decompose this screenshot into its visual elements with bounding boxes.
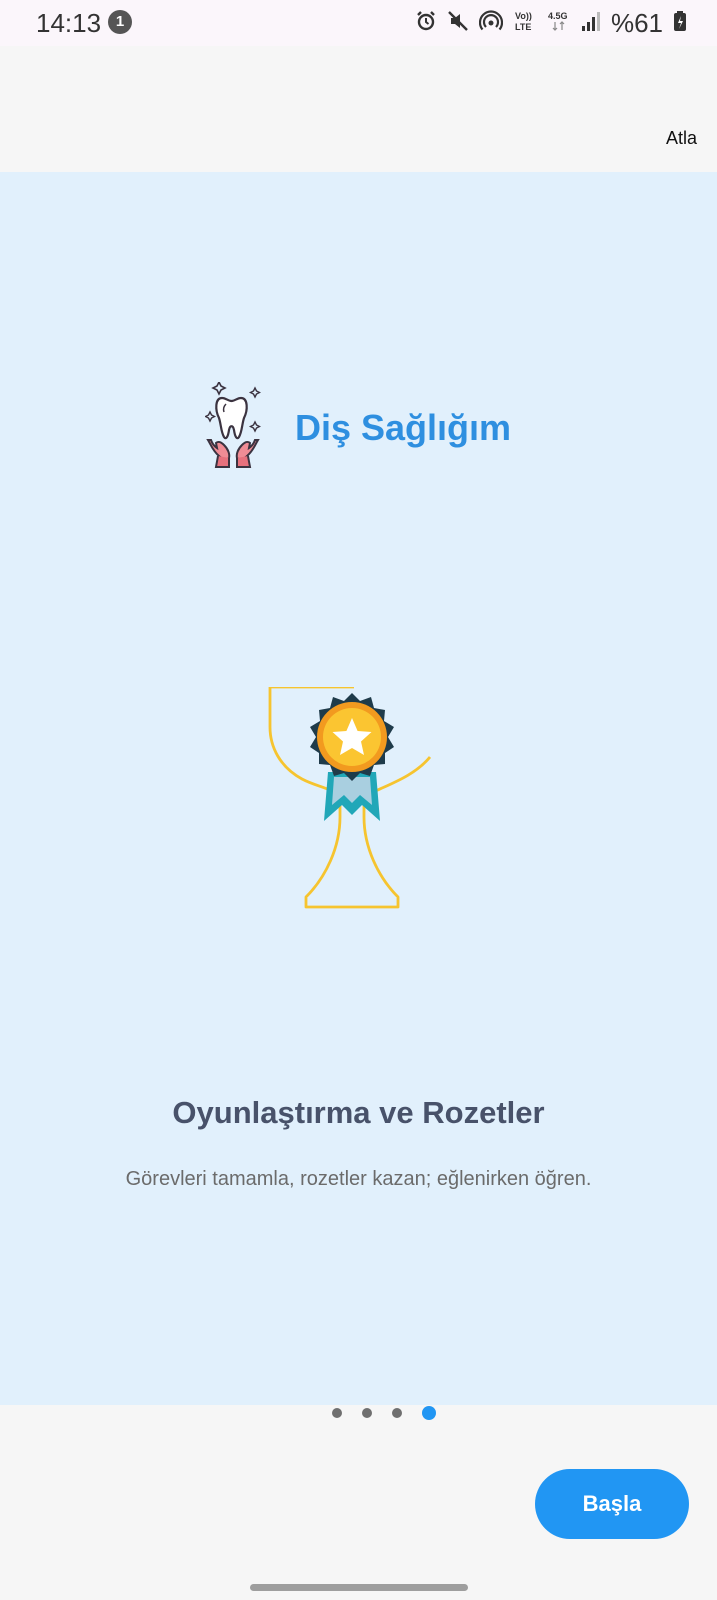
status-icons: Vo)) LTE 4.5G %61 bbox=[415, 8, 687, 38]
page-dot[interactable] bbox=[391, 1408, 402, 1418]
slide-description: Görevleri tamamla, rozetler kazan; eğlen… bbox=[125, 1168, 592, 1190]
battery-icon bbox=[673, 10, 687, 37]
brand-header: Diş Sağlığım bbox=[203, 380, 512, 473]
home-indicator[interactable] bbox=[250, 1584, 468, 1591]
mute-icon bbox=[447, 10, 469, 37]
tooth-hands-icon bbox=[203, 380, 262, 473]
network-4-5g-icon: 4.5G bbox=[547, 9, 571, 38]
hotspot-icon bbox=[478, 9, 504, 37]
notification-count-badge: 1 bbox=[108, 10, 132, 34]
trophy-badge-icon bbox=[262, 685, 442, 922]
skip-button[interactable]: Atla bbox=[666, 128, 697, 149]
page-dot-active[interactable] bbox=[421, 1406, 436, 1420]
start-button[interactable]: Başla bbox=[535, 1469, 689, 1539]
pagination-dots bbox=[0, 1406, 717, 1420]
page-dot[interactable] bbox=[331, 1408, 342, 1418]
battery-percentage: %61 bbox=[610, 7, 663, 38]
svg-text:4.5G: 4.5G bbox=[548, 11, 568, 21]
slide-title: Oyunlaştırma ve Rozetler bbox=[172, 1095, 545, 1130]
status-bar: 14:13 1 Vo)) LTE 4.5G %61 bbox=[0, 0, 717, 46]
signal-icon bbox=[581, 10, 601, 37]
volte-icon: Vo)) LTE bbox=[513, 9, 537, 38]
alarm-icon bbox=[415, 10, 437, 37]
svg-text:LTE: LTE bbox=[515, 22, 531, 32]
page-dot[interactable] bbox=[361, 1408, 372, 1418]
status-time: 14:13 bbox=[36, 8, 102, 38]
svg-text:Vo)): Vo)) bbox=[515, 11, 532, 21]
app-title: Diş Sağlığım bbox=[295, 406, 512, 448]
top-bar: Atla bbox=[0, 46, 717, 172]
onboarding-slide[interactable]: Diş Sağlığım Oyunlaştırma ve Rozetler Gö… bbox=[0, 172, 717, 1405]
